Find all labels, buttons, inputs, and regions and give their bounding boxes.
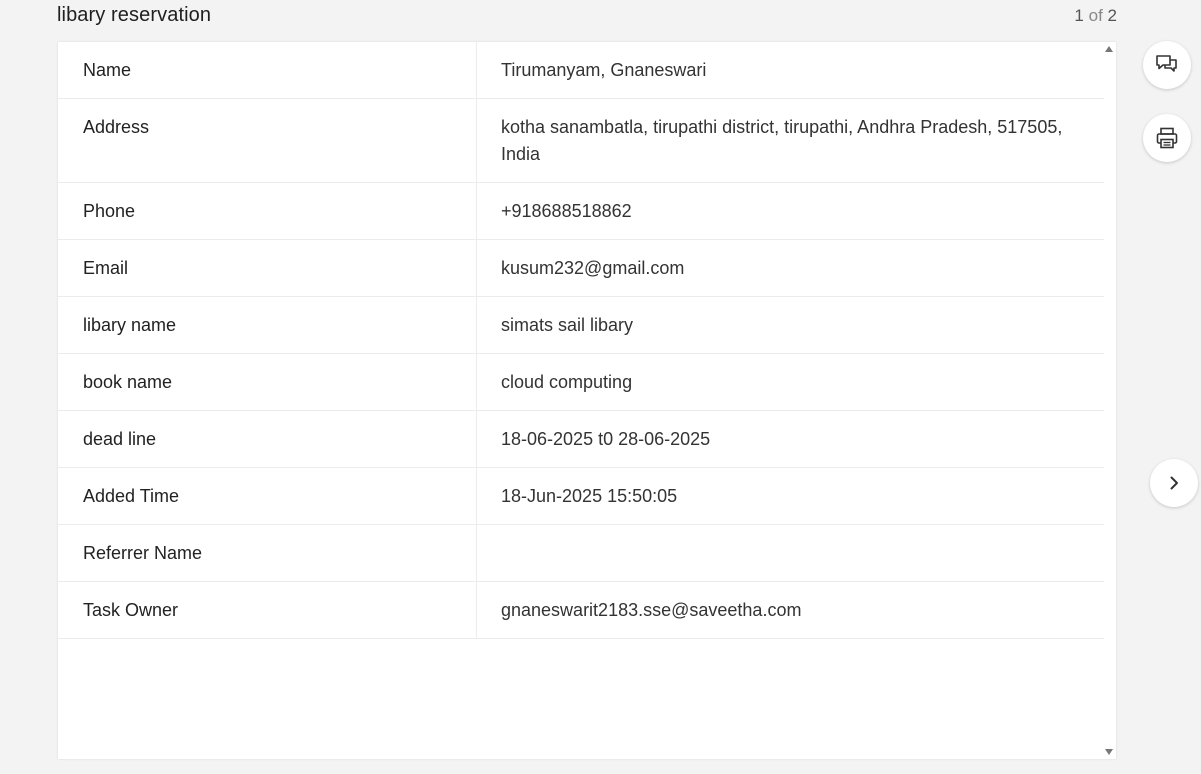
email-link[interactable]: kusum232@gmail.com: [477, 240, 1104, 296]
field-value: 18-06-2025 t0 28-06-2025: [501, 429, 711, 449]
field-row-address: Address kotha sanambatla, tirupathi dist…: [58, 99, 1104, 183]
pager-current: 1: [1074, 6, 1084, 25]
print-icon: [1156, 127, 1178, 149]
field-row-phone: Phone +918688518862: [58, 183, 1104, 240]
record-detail-card: Name Tirumanyam, Gnaneswari Address koth…: [58, 42, 1116, 759]
field-label: Referrer Name: [58, 525, 477, 581]
chevron-right-icon: [1170, 476, 1178, 490]
field-label: Name: [58, 42, 477, 98]
field-row-name: Name Tirumanyam, Gnaneswari: [58, 42, 1104, 99]
record-pager: 1 of 2: [1074, 6, 1117, 26]
field-label: Added Time: [58, 468, 477, 524]
field-label: Task Owner: [58, 582, 477, 638]
phone-link[interactable]: +918688518862: [477, 183, 1104, 239]
field-label: Email: [58, 240, 477, 296]
record-fields: Name Tirumanyam, Gnaneswari Address koth…: [58, 42, 1104, 639]
field-value: Tirumanyam, Gnaneswari: [501, 60, 707, 80]
field-row-library-name: libary name simats sail libary: [58, 297, 1104, 354]
pager-total: 2: [1107, 6, 1117, 25]
pager-separator: of: [1088, 6, 1103, 25]
field-label: libary name: [58, 297, 477, 353]
field-value: cloud computing: [501, 372, 633, 392]
field-value: [477, 525, 1104, 581]
next-record-button[interactable]: [1150, 459, 1198, 507]
comments-icon: [1156, 55, 1177, 72]
field-value: 18-Jun-2025 15:50:05: [501, 486, 678, 506]
field-value: simats sail libary: [501, 315, 634, 335]
task-owner-link[interactable]: gnaneswarit2183.sse@saveetha.com: [477, 582, 1104, 638]
field-row-email: Email kusum232@gmail.com: [58, 240, 1104, 297]
scroll-up-arrow-icon[interactable]: [1105, 46, 1113, 52]
field-label: book name: [58, 354, 477, 410]
field-row-deadline: dead line 18-06-2025 t0 28-06-2025: [58, 411, 1104, 468]
print-button[interactable]: [1143, 114, 1191, 162]
field-label: Address: [58, 99, 477, 182]
field-value: kotha sanambatla, tirupathi district, ti…: [501, 117, 1063, 164]
field-row-task-owner: Task Owner gnaneswarit2183.sse@saveetha.…: [58, 582, 1104, 639]
field-row-book-name: book name cloud computing: [58, 354, 1104, 411]
comments-button[interactable]: [1143, 41, 1191, 89]
page-title: libary reservation: [57, 4, 212, 26]
vertical-scrollbar[interactable]: [1104, 42, 1116, 759]
scroll-down-arrow-icon[interactable]: [1105, 749, 1113, 755]
field-label: dead line: [58, 411, 477, 467]
field-row-added-time: Added Time 18-Jun-2025 15:50:05: [58, 468, 1104, 525]
field-label: Phone: [58, 183, 477, 239]
field-row-referrer-name: Referrer Name: [58, 525, 1104, 582]
